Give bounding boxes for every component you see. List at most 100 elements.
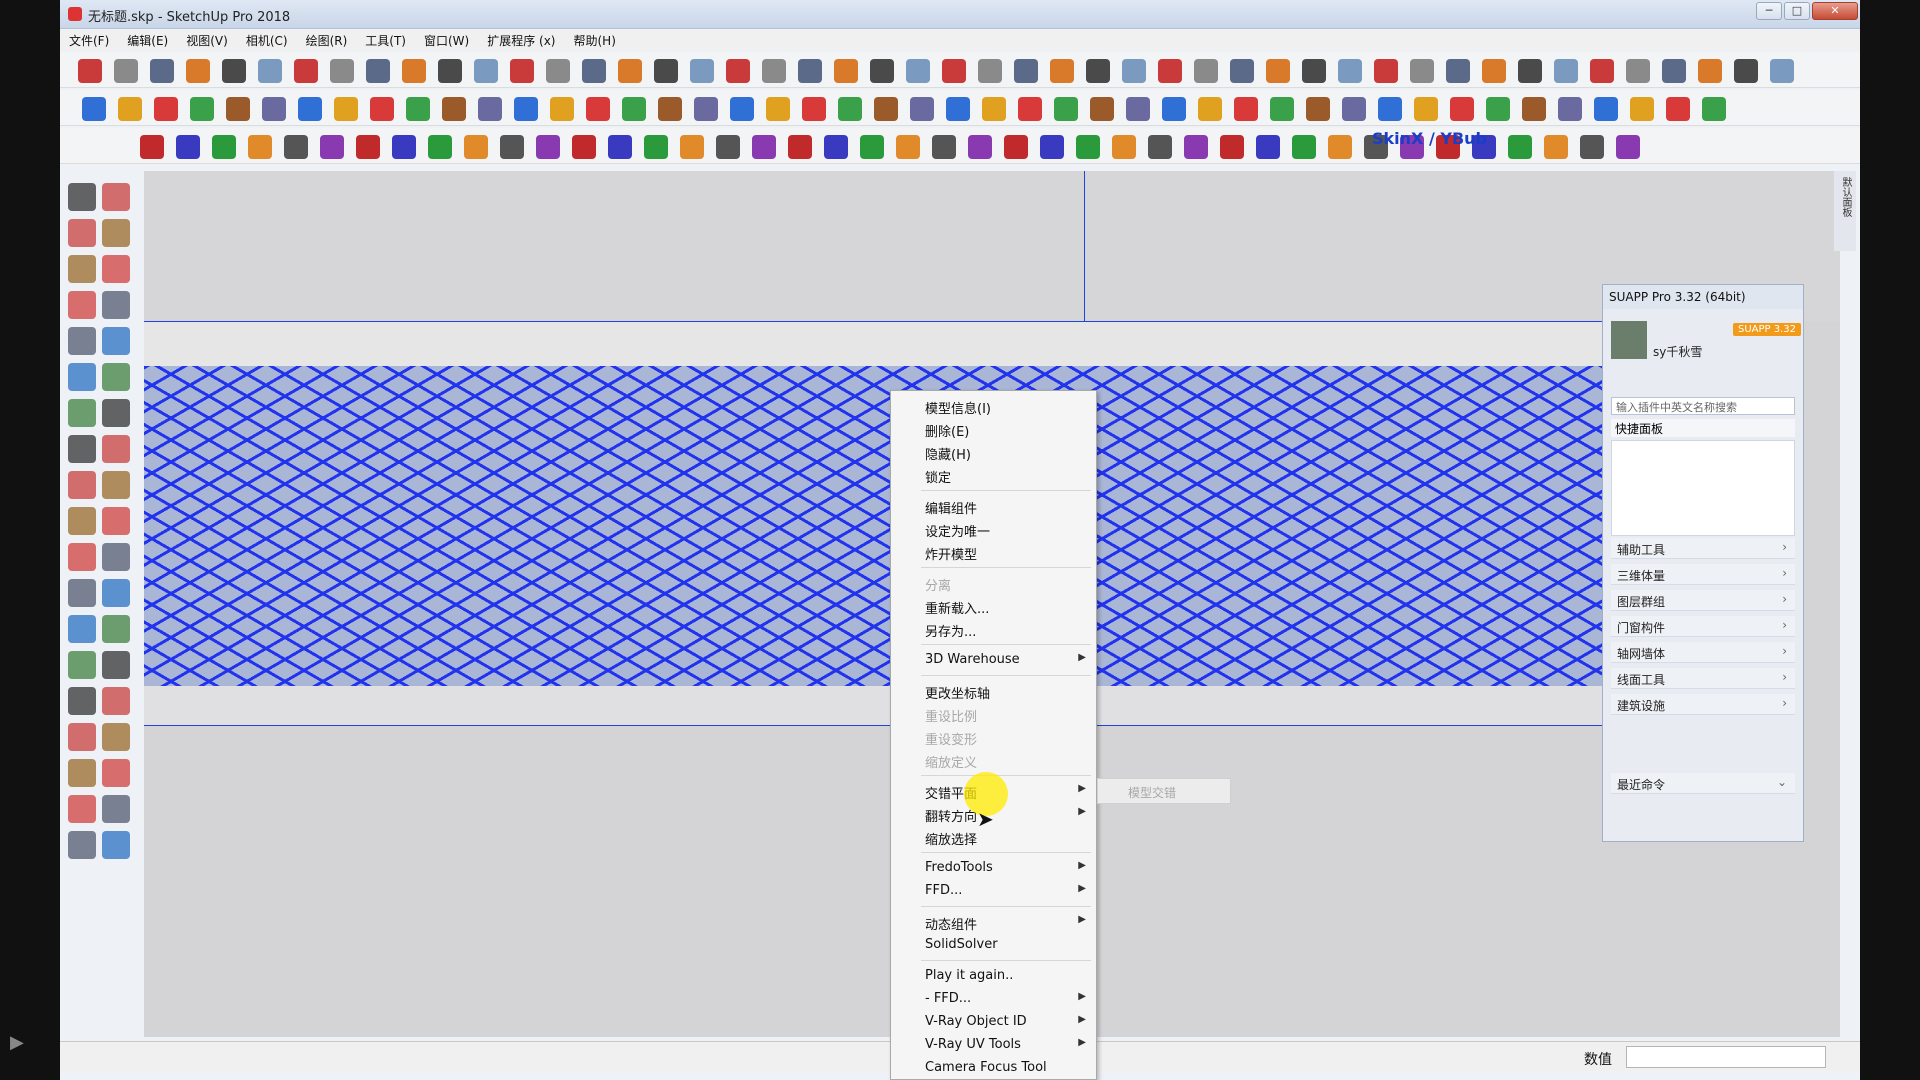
quick-panel-header[interactable]: 快捷面板 [1611, 419, 1795, 437]
toolbar-tool-icon[interactable] [586, 97, 610, 121]
toolbar-tool-icon[interactable] [1590, 59, 1614, 83]
menu-draw[interactable]: 绘图(R) [297, 30, 357, 49]
toolbar-tool-icon[interactable] [1518, 59, 1542, 83]
toolbar-tool-icon[interactable] [406, 97, 430, 121]
toolbar-tool-icon[interactable] [1162, 97, 1186, 121]
left-tool-icon[interactable] [102, 615, 130, 643]
left-tool-icon[interactable] [102, 255, 130, 283]
toolbar-tool-icon[interactable] [1482, 59, 1506, 83]
toolbar-tool-icon[interactable] [1184, 135, 1208, 159]
plugin-search-input[interactable]: 输入插件中英文名称搜索 [1611, 397, 1795, 415]
category-aux-tools[interactable]: 辅助工具 › [1611, 538, 1795, 559]
category-line-face-tools[interactable]: 线面工具 › [1611, 668, 1795, 689]
toolbar-tool-icon[interactable] [1004, 135, 1028, 159]
toolbar-tool-icon[interactable] [834, 59, 858, 83]
toolbar-tool-icon[interactable] [248, 135, 272, 159]
toolbar-tool-icon[interactable] [330, 59, 354, 83]
left-tool-icon[interactable] [68, 615, 96, 643]
menu-tools[interactable]: 工具(T) [356, 30, 415, 49]
toolbar-tool-icon[interactable] [1450, 97, 1474, 121]
toolbar-tool-icon[interactable] [118, 97, 142, 121]
toolbar-tool-icon[interactable] [946, 97, 970, 121]
toolbar-tool-icon[interactable] [680, 135, 704, 159]
toolbar-tool-icon[interactable] [870, 59, 894, 83]
toolbar-tool-icon[interactable] [1508, 135, 1532, 159]
toolbar-tool-icon[interactable] [1194, 59, 1218, 83]
toolbar-tool-icon[interactable] [798, 59, 822, 83]
toolbar-tool-icon[interactable] [896, 135, 920, 159]
left-tool-icon[interactable] [102, 435, 130, 463]
context-menu-item[interactable]: 3D Warehouse ▶ [891, 649, 1096, 671]
toolbar-tool-icon[interactable] [1230, 59, 1254, 83]
context-menu-item[interactable]: V-Ray Object ID ▶ [891, 1011, 1096, 1033]
toolbar-tool-icon[interactable] [1148, 135, 1172, 159]
left-tool-icon[interactable] [102, 183, 130, 211]
left-tool-icon[interactable] [102, 687, 130, 715]
toolbar-tool-icon[interactable] [1544, 135, 1568, 159]
context-menu-item[interactable]: 隐藏(H) [891, 441, 1096, 463]
left-tool-icon[interactable] [102, 291, 130, 319]
toolbar-tool-icon[interactable] [1014, 59, 1038, 83]
toolbar-tool-icon[interactable] [906, 59, 930, 83]
toolbar-tool-icon[interactable] [1374, 59, 1398, 83]
menu-file[interactable]: 文件(F) [60, 30, 118, 49]
toolbar-tool-icon[interactable] [212, 135, 236, 159]
toolbar-tool-icon[interactable] [1018, 97, 1042, 121]
context-menu-item[interactable]: - FFD... ▶ [891, 988, 1096, 1010]
context-menu-item[interactable]: FFD... ▶ [891, 880, 1096, 902]
left-tool-icon[interactable] [102, 399, 130, 427]
toolbar-tool-icon[interactable] [1554, 59, 1578, 83]
toolbar-tool-icon[interactable] [500, 135, 524, 159]
default-tray-tab[interactable]: 默认面板 [1834, 171, 1856, 251]
left-tool-icon[interactable] [68, 579, 96, 607]
toolbar-tool-icon[interactable] [1256, 135, 1280, 159]
left-tool-icon[interactable] [68, 435, 96, 463]
left-tool-icon[interactable] [102, 651, 130, 679]
toolbar-tool-icon[interactable] [982, 97, 1006, 121]
left-tool-icon[interactable] [102, 507, 130, 535]
context-menu-item[interactable]: 锁定 [891, 464, 1096, 486]
toolbar-tool-icon[interactable] [572, 135, 596, 159]
toolbar-tool-icon[interactable] [1234, 97, 1258, 121]
toolbar-tool-icon[interactable] [1198, 97, 1222, 121]
toolbar-tool-icon[interactable] [1076, 135, 1100, 159]
toolbar-tool-icon[interactable] [654, 59, 678, 83]
left-tool-icon[interactable] [102, 543, 130, 571]
toolbar-tool-icon[interactable] [1158, 59, 1182, 83]
toolbar-tool-icon[interactable] [392, 135, 416, 159]
close-button[interactable]: ✕ [1812, 2, 1858, 20]
left-tool-icon[interactable] [102, 831, 130, 859]
minimize-button[interactable]: ─ [1756, 2, 1782, 20]
toolbar-tool-icon[interactable] [932, 135, 956, 159]
toolbar-tool-icon[interactable] [726, 59, 750, 83]
menu-window[interactable]: 窗口(W) [415, 30, 478, 49]
left-tool-icon[interactable] [68, 399, 96, 427]
menu-extensions[interactable]: 扩展程序 (x) [478, 30, 564, 49]
toolbar-tool-icon[interactable] [150, 59, 174, 83]
left-tool-icon[interactable] [68, 363, 96, 391]
context-menu-item[interactable]: 更改坐标轴 [891, 680, 1096, 702]
toolbar-tool-icon[interactable] [874, 97, 898, 121]
toolbar-tool-icon[interactable] [154, 97, 178, 121]
toolbar-tool-icon[interactable] [1702, 97, 1726, 121]
left-tool-icon[interactable] [102, 327, 130, 355]
toolbar-tool-icon[interactable] [226, 97, 250, 121]
left-tool-icon[interactable] [68, 507, 96, 535]
category-doors-windows[interactable]: 门窗构件 › [1611, 616, 1795, 637]
context-menu-item[interactable]: SolidSolver [891, 934, 1096, 956]
left-tool-icon[interactable] [68, 255, 96, 283]
toolbar-tool-icon[interactable] [190, 97, 214, 121]
toolbar-tool-icon[interactable] [1580, 135, 1604, 159]
context-menu-item[interactable]: 模型信息(I) [891, 395, 1096, 417]
toolbar-tool-icon[interactable] [1270, 97, 1294, 121]
toolbar-tool-icon[interactable] [546, 59, 570, 83]
toolbar-tool-icon[interactable] [716, 135, 740, 159]
intersect-submenu-item[interactable]: 模型交错 [1097, 778, 1231, 804]
toolbar-tool-icon[interactable] [978, 59, 1002, 83]
toolbar-tool-icon[interactable] [942, 59, 966, 83]
quick-tools-grid[interactable] [1611, 440, 1795, 536]
toolbar-tool-icon[interactable] [334, 97, 358, 121]
toolbar-tool-icon[interactable] [690, 59, 714, 83]
left-tool-icon[interactable] [102, 759, 130, 787]
left-tool-icon[interactable] [68, 651, 96, 679]
